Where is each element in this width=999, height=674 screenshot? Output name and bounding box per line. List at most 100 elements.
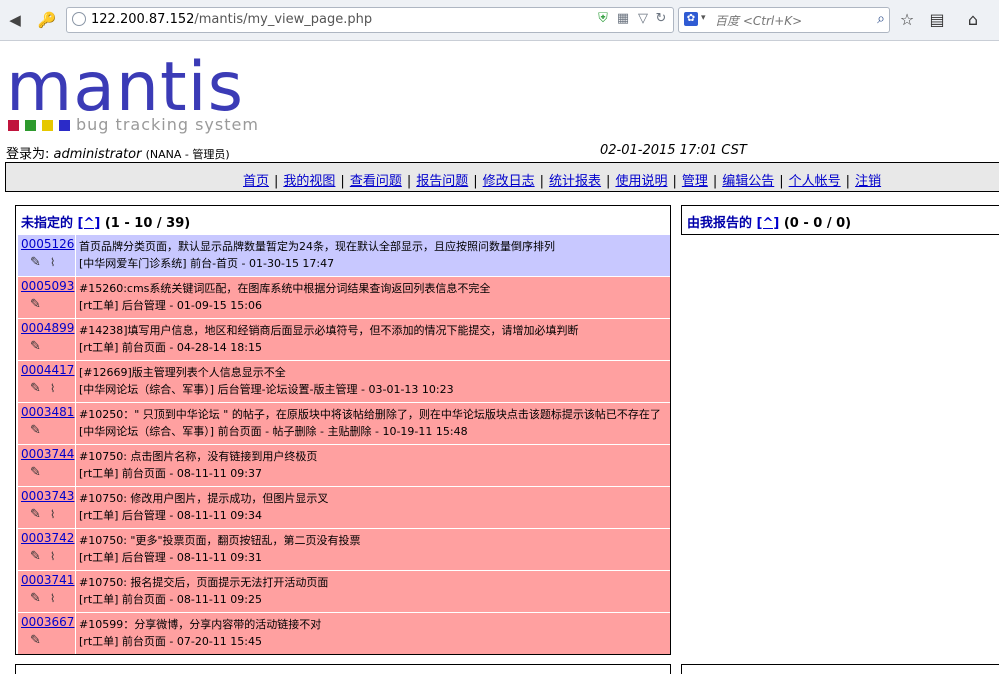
pencil-icon[interactable]: ✎ [30,591,41,606]
issue-summary[interactable]: #10750: 报名提交后，页面提示无法打开活动页面 [79,574,328,591]
issue-id-cell: 0003667 ✎ [18,613,76,654]
issue-row: 0003481 ✎ #10250：" 只顶到中华论坛 " 的帖子，在原版块中将该帖给… [18,403,670,444]
issue-summary[interactable]: #14238]填写用户信息，地区和经销商后面显示必填符号，但不添加的情况下能提交… [79,322,579,339]
baidu-icon[interactable]: ✿ [684,12,698,26]
pencil-icon[interactable]: ✎ [30,423,41,438]
issue-id-cell: 0003744 ✎ [18,445,76,486]
menu-item[interactable]: 我的视图 [283,174,335,189]
main-menu: 首页 | 我的视图 | 查看问题 | 报告问题 | 修改日志 | 统计报表 | 使用说明 | 管理 | 编辑公告… [243,170,881,189]
issue-summary[interactable]: [#12669]版主管理列表个人信息显示不全 [79,364,454,381]
unassigned-title-text[interactable]: 未指定的 [21,216,73,231]
menu-separator: | [473,174,478,189]
search-bar[interactable]: ✿ ▾ 百度 <Ctrl+K> ⌕ [678,7,890,33]
login-role: (NANA - 管理员) [145,148,230,161]
issue-summary[interactable]: #15260:cms系统关键词匹配，在图库系统中根据分词结果查询返回列表信息不完… [79,280,490,297]
back-icon[interactable]: ◀ [4,9,26,31]
url-text[interactable]: 122.200.87.152/mantis/my_view_page.php [91,12,372,27]
menu-item[interactable]: 查看问题 [350,174,402,189]
menu-separator: | [845,174,851,189]
menu-item[interactable]: 编辑公告 [722,174,774,189]
logo-square-red [8,120,19,131]
menu-item[interactable]: 管理 [682,174,708,189]
issue-summary[interactable]: 首页品牌分类页面，默认显示品牌数量暂定为24条，现在默认全部显示，且应按照问数量… [79,238,555,255]
issue-id-link[interactable]: 0005126 [21,237,74,251]
unassigned-count: (1 - 10 / 39) [104,216,191,231]
address-bar[interactable]: 122.200.87.152/mantis/my_view_page.php ⛨… [66,7,674,33]
menu-separator: | [606,174,611,189]
next-panel-right [681,664,999,674]
dropdown-icon[interactable]: ▽ [635,11,651,27]
issue-id-link[interactable]: 0003742 [21,531,74,545]
menu-separator: | [779,174,784,189]
reported-caret-link[interactable]: [^] [757,216,780,231]
issue-id-cell: 0005126 ✎ ⌇ [18,235,76,276]
issue-id-link[interactable]: 0003741 [21,573,74,587]
issue-row: 0004417 ✎ ⌇ [#12669]版主管理列表个人信息显示不全 [中华网论坛（综合… [18,361,670,402]
issue-id-cell: 0003742 ✎ ⌇ [18,529,76,570]
issue-id-link[interactable]: 0003667 [21,615,74,629]
unassigned-caret-link[interactable]: [^] [78,216,101,231]
issue-text: #10250：" 只顶到中华论坛 " 的帖子，在原版块中将该帖给删除了，则在中华… [79,406,661,440]
issue-text: #14238]填写用户信息，地区和经销商后面显示必填符号，但不添加的情况下能提交… [79,322,579,356]
menu-item[interactable]: 报告问题 [416,174,468,189]
issue-meta: [rt工单] 后台管理 - 08-11-11 09:34 [79,509,263,522]
logo-square-green [25,120,36,131]
issue-row: 0003741 ✎ ⌇ #10750: 报名提交后，页面提示无法打开活动页面 [rt工单… [18,571,670,612]
star-icon[interactable]: ☆ [896,9,918,31]
logo-square-yellow [42,120,53,131]
search-placeholder: 百度 <Ctrl+K> [715,14,803,28]
login-user: administrator [53,147,142,162]
shield-icon[interactable]: ⛨ [595,11,611,27]
issue-summary[interactable]: #10599：分享微博，分享内容带的活动链接不对 [79,616,321,633]
globe-icon [72,12,86,26]
attachment-icon: ⌇ [50,550,56,563]
reading-list-icon[interactable]: ▤ [926,9,948,31]
issue-text: [#12669]版主管理列表个人信息显示不全 [中华网论坛（综合、军事）] 后台管… [79,364,454,398]
menu-item[interactable]: 统计报表 [549,174,601,189]
menu-item[interactable]: 个人帐号 [789,174,841,189]
issue-id-link[interactable]: 0005093 [21,279,74,293]
issue-id-link[interactable]: 0003743 [21,489,74,503]
chevron-down-icon[interactable]: ▾ [701,13,706,23]
issue-meta: [rt工单] 前台页面 - 04-28-14 18:15 [79,341,263,354]
menu-item[interactable]: 修改日志 [483,174,535,189]
reload-icon[interactable]: ↻ [653,11,669,27]
key-icon[interactable]: 🔑 [36,9,58,31]
issue-id-link[interactable]: 0003481 [21,405,74,419]
pencil-icon[interactable]: ✎ [30,339,41,354]
issue-summary[interactable]: #10750: "更多"投票页面，翻页按钮乱，第二页没有投票 [79,532,361,549]
pencil-icon[interactable]: ✎ [30,633,41,648]
issue-summary[interactable]: #10250：" 只顶到中华论坛 " 的帖子，在原版块中将该帖给删除了，则在中华… [79,406,661,423]
pencil-icon[interactable]: ✎ [30,381,41,396]
reported-title-text[interactable]: 由我报告的 [687,216,752,231]
issue-meta: [中华网论坛（综合、军事）] 后台管理-论坛设置-版主管理 - 03-01-13… [79,383,454,396]
home-icon[interactable]: ⌂ [962,9,984,31]
pencil-icon[interactable]: ✎ [30,507,41,522]
menu-separator: | [539,174,545,189]
issue-row: 0003667 ✎ #10599：分享微博，分享内容带的活动链接不对 [rt工单] 前… [18,613,670,654]
menu-item[interactable]: 使用说明 [615,174,667,189]
login-info: 登录为: administrator (NANA - 管理员) [6,143,230,162]
pencil-icon[interactable]: ✎ [30,549,41,564]
menu-item[interactable]: 注销 [855,174,881,189]
issue-text: #10750: 报名提交后，页面提示无法打开活动页面 [rt工单] 前台页面 - … [79,574,328,608]
pencil-icon[interactable]: ✎ [30,255,41,270]
unassigned-panel: 未指定的 [^] (1 - 10 / 39) 0005126 ✎ ⌇ 首页品牌分类页面… [15,205,671,655]
menu-separator: | [274,174,279,189]
issue-id-link[interactable]: 0004417 [21,363,74,377]
issue-summary[interactable]: #10750: 修改用户图片，提示成功，但图片显示叉 [79,490,328,507]
issue-meta: [中华网论坛（综合、军事）] 前台页面 - 帖子删除 - 主贴删除 - 10-1… [79,425,468,438]
qrcode-icon[interactable]: ▦ [615,11,631,27]
pencil-icon[interactable]: ✎ [30,465,41,480]
issue-row: 0003744 ✎ #10750: 点击图片名称，没有链接到用户终极页 [rt工单] … [18,445,670,486]
issue-id-link[interactable]: 0003744 [21,447,74,461]
issue-id-cell: 0003481 ✎ [18,403,76,444]
issue-row: 0003742 ✎ ⌇ #10750: "更多"投票页面，翻页按钮乱，第二页没有投票 [… [18,529,670,570]
issue-id-link[interactable]: 0004899 [21,321,74,335]
attachment-icon: ⌇ [50,382,56,395]
pencil-icon[interactable]: ✎ [30,297,41,312]
search-icon[interactable]: ⌕ [877,11,885,27]
menu-item[interactable]: 首页 [243,174,269,189]
mantis-logo[interactable]: mantis bug tracking system [6,48,258,137]
issue-summary[interactable]: #10750: 点击图片名称，没有链接到用户终极页 [79,448,317,465]
